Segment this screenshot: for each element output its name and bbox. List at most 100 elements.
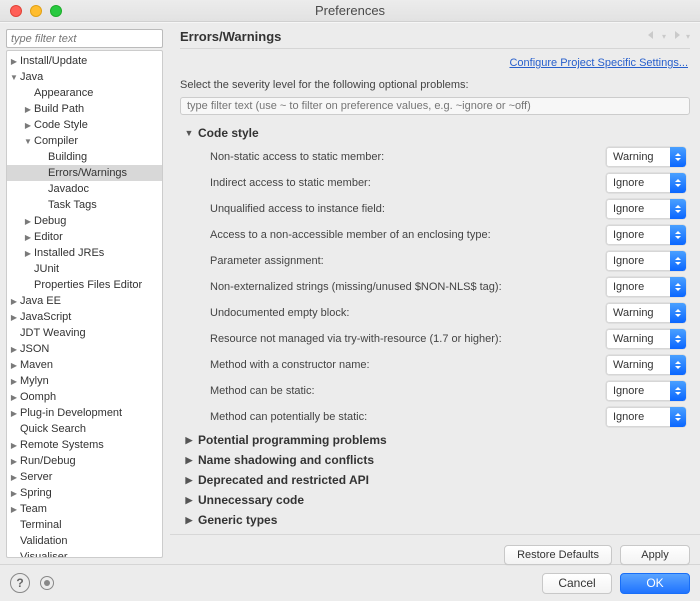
severity-select[interactable]: Warning bbox=[606, 147, 686, 167]
tree-item[interactable]: ▼Java bbox=[7, 69, 162, 85]
severity-select[interactable]: Ignore bbox=[606, 277, 686, 297]
tree-item[interactable]: Building bbox=[7, 149, 162, 165]
tree-item[interactable]: ▶Java EE bbox=[7, 293, 162, 309]
tree-item[interactable]: ▶Maven bbox=[7, 357, 162, 373]
tree-item-label: Visualiser bbox=[19, 551, 68, 558]
option-row: Indirect access to static member:Ignore bbox=[180, 170, 690, 196]
severity-select[interactable]: Ignore bbox=[606, 407, 686, 427]
cancel-button[interactable]: Cancel bbox=[542, 573, 612, 594]
chevron-right-icon: ▶ bbox=[184, 495, 194, 506]
section-collapsed[interactable]: ▶Deprecated and restricted API bbox=[180, 470, 690, 490]
select-stepper-icon bbox=[670, 199, 686, 219]
tree-item[interactable]: Quick Search bbox=[7, 421, 162, 437]
tree-item[interactable]: ▶JSON bbox=[7, 341, 162, 357]
help-icon[interactable]: ? bbox=[10, 573, 30, 593]
tree-item[interactable]: Visualiser bbox=[7, 549, 162, 558]
tree-item[interactable]: ▼Compiler bbox=[7, 133, 162, 149]
severity-select[interactable]: Warning bbox=[606, 355, 686, 375]
section-code-style[interactable]: ▼ Code style bbox=[180, 123, 690, 144]
tree-item[interactable]: Errors/Warnings bbox=[7, 165, 162, 181]
tree-item-label: JDT Weaving bbox=[19, 327, 86, 339]
select-stepper-icon bbox=[670, 251, 686, 271]
tree-item[interactable]: ▶Installed JREs bbox=[7, 245, 162, 261]
tree-item[interactable]: JDT Weaving bbox=[7, 325, 162, 341]
tree-item[interactable]: Terminal bbox=[7, 517, 162, 533]
ok-button[interactable]: OK bbox=[620, 573, 690, 594]
severity-select[interactable]: Ignore bbox=[606, 225, 686, 245]
chevron-down-icon: ▼ bbox=[184, 128, 194, 138]
tree-item-label: JUnit bbox=[33, 263, 59, 275]
option-label: Unqualified access to instance field: bbox=[210, 203, 606, 215]
tree-item[interactable]: ▶JavaScript bbox=[7, 309, 162, 325]
tree-item-label: Spring bbox=[19, 487, 52, 499]
tree-item[interactable]: ▶Team bbox=[7, 501, 162, 517]
tree-item-label: Maven bbox=[19, 359, 53, 371]
tree-item-label: JSON bbox=[19, 343, 49, 355]
select-stepper-icon bbox=[670, 173, 686, 193]
apply-button[interactable]: Apply bbox=[620, 545, 690, 565]
tree-item-label: Validation bbox=[19, 535, 68, 547]
tree-item[interactable]: Appearance bbox=[7, 85, 162, 101]
option-label: Resource not managed via try-with-resour… bbox=[210, 333, 606, 345]
tree-item[interactable]: ▶Build Path bbox=[7, 101, 162, 117]
tree-item-label: Quick Search bbox=[19, 423, 86, 435]
tree-item[interactable]: Task Tags bbox=[7, 197, 162, 213]
tree-item[interactable]: ▶Editor bbox=[7, 229, 162, 245]
tree-item[interactable]: ▶Remote Systems bbox=[7, 437, 162, 453]
tree-item[interactable]: ▶Oomph bbox=[7, 389, 162, 405]
tree-item[interactable]: Validation bbox=[7, 533, 162, 549]
chevron-right-icon: ▶ bbox=[23, 249, 33, 258]
tree-item[interactable]: ▶Plug-in Development bbox=[7, 405, 162, 421]
configure-project-link[interactable]: Configure Project Specific Settings... bbox=[180, 49, 690, 79]
tree-item[interactable]: ▶Debug bbox=[7, 213, 162, 229]
tree-item[interactable]: JUnit bbox=[7, 261, 162, 277]
section-collapsed[interactable]: ▶Name shadowing and conflicts bbox=[180, 450, 690, 470]
tree-item-label: Run/Debug bbox=[19, 455, 76, 467]
option-row: Undocumented empty block:Warning bbox=[180, 300, 690, 326]
option-label: Non-static access to static member: bbox=[210, 151, 606, 163]
tree-item[interactable]: ▶Install/Update bbox=[7, 53, 162, 69]
option-label: Indirect access to static member: bbox=[210, 177, 606, 189]
severity-select[interactable]: Ignore bbox=[606, 251, 686, 271]
problems-filter-input[interactable] bbox=[180, 97, 690, 115]
import-export-icon[interactable] bbox=[40, 576, 54, 590]
tree-item[interactable]: ▶Spring bbox=[7, 485, 162, 501]
severity-select[interactable]: Warning bbox=[606, 329, 686, 349]
chevron-right-icon: ▶ bbox=[9, 313, 19, 322]
tree-item[interactable]: Properties Files Editor bbox=[7, 277, 162, 293]
back-icon[interactable] bbox=[646, 29, 658, 44]
tree-item-label: Build Path bbox=[33, 103, 84, 115]
severity-select[interactable]: Ignore bbox=[606, 173, 686, 193]
tree-item[interactable]: ▶Mylyn bbox=[7, 373, 162, 389]
forward-icon[interactable] bbox=[670, 29, 682, 44]
chevron-right-icon: ▶ bbox=[9, 457, 19, 466]
preference-tree[interactable]: ▶Install/Update▼JavaAppearance▶Build Pat… bbox=[6, 50, 163, 558]
section-label: Generic types bbox=[198, 513, 277, 527]
filter-input[interactable] bbox=[6, 29, 163, 48]
section-collapsed[interactable]: ▶Potential programming problems bbox=[180, 430, 690, 450]
option-label: Method with a constructor name: bbox=[210, 359, 606, 371]
tree-item[interactable]: ▶Code Style bbox=[7, 117, 162, 133]
chevron-right-icon: ▶ bbox=[9, 473, 19, 482]
forward-drop-icon[interactable]: ▾ bbox=[686, 32, 690, 41]
tree-item[interactable]: ▶Run/Debug bbox=[7, 453, 162, 469]
option-row: Parameter assignment:Ignore bbox=[180, 248, 690, 274]
chevron-right-icon: ▶ bbox=[23, 105, 33, 114]
select-value: Ignore bbox=[606, 251, 670, 271]
severity-select[interactable]: Warning bbox=[606, 303, 686, 323]
tree-item[interactable]: ▶Server bbox=[7, 469, 162, 485]
severity-select[interactable]: Ignore bbox=[606, 381, 686, 401]
option-label: Non-externalized strings (missing/unused… bbox=[210, 281, 606, 293]
back-drop-icon[interactable]: ▾ bbox=[662, 32, 666, 41]
section-collapsed[interactable]: ▶Unnecessary code bbox=[180, 490, 690, 510]
chevron-right-icon: ▶ bbox=[23, 217, 33, 226]
restore-defaults-button[interactable]: Restore Defaults bbox=[504, 545, 612, 565]
section-collapsed[interactable]: ▶Generic types bbox=[180, 510, 690, 530]
chevron-right-icon: ▶ bbox=[9, 361, 19, 370]
tree-item-label: Java EE bbox=[19, 295, 61, 307]
severity-select[interactable]: Ignore bbox=[606, 199, 686, 219]
option-row: Method can potentially be static:Ignore bbox=[180, 404, 690, 430]
tree-item[interactable]: Javadoc bbox=[7, 181, 162, 197]
tree-item-label: Javadoc bbox=[47, 183, 89, 195]
select-value: Warning bbox=[606, 147, 670, 167]
